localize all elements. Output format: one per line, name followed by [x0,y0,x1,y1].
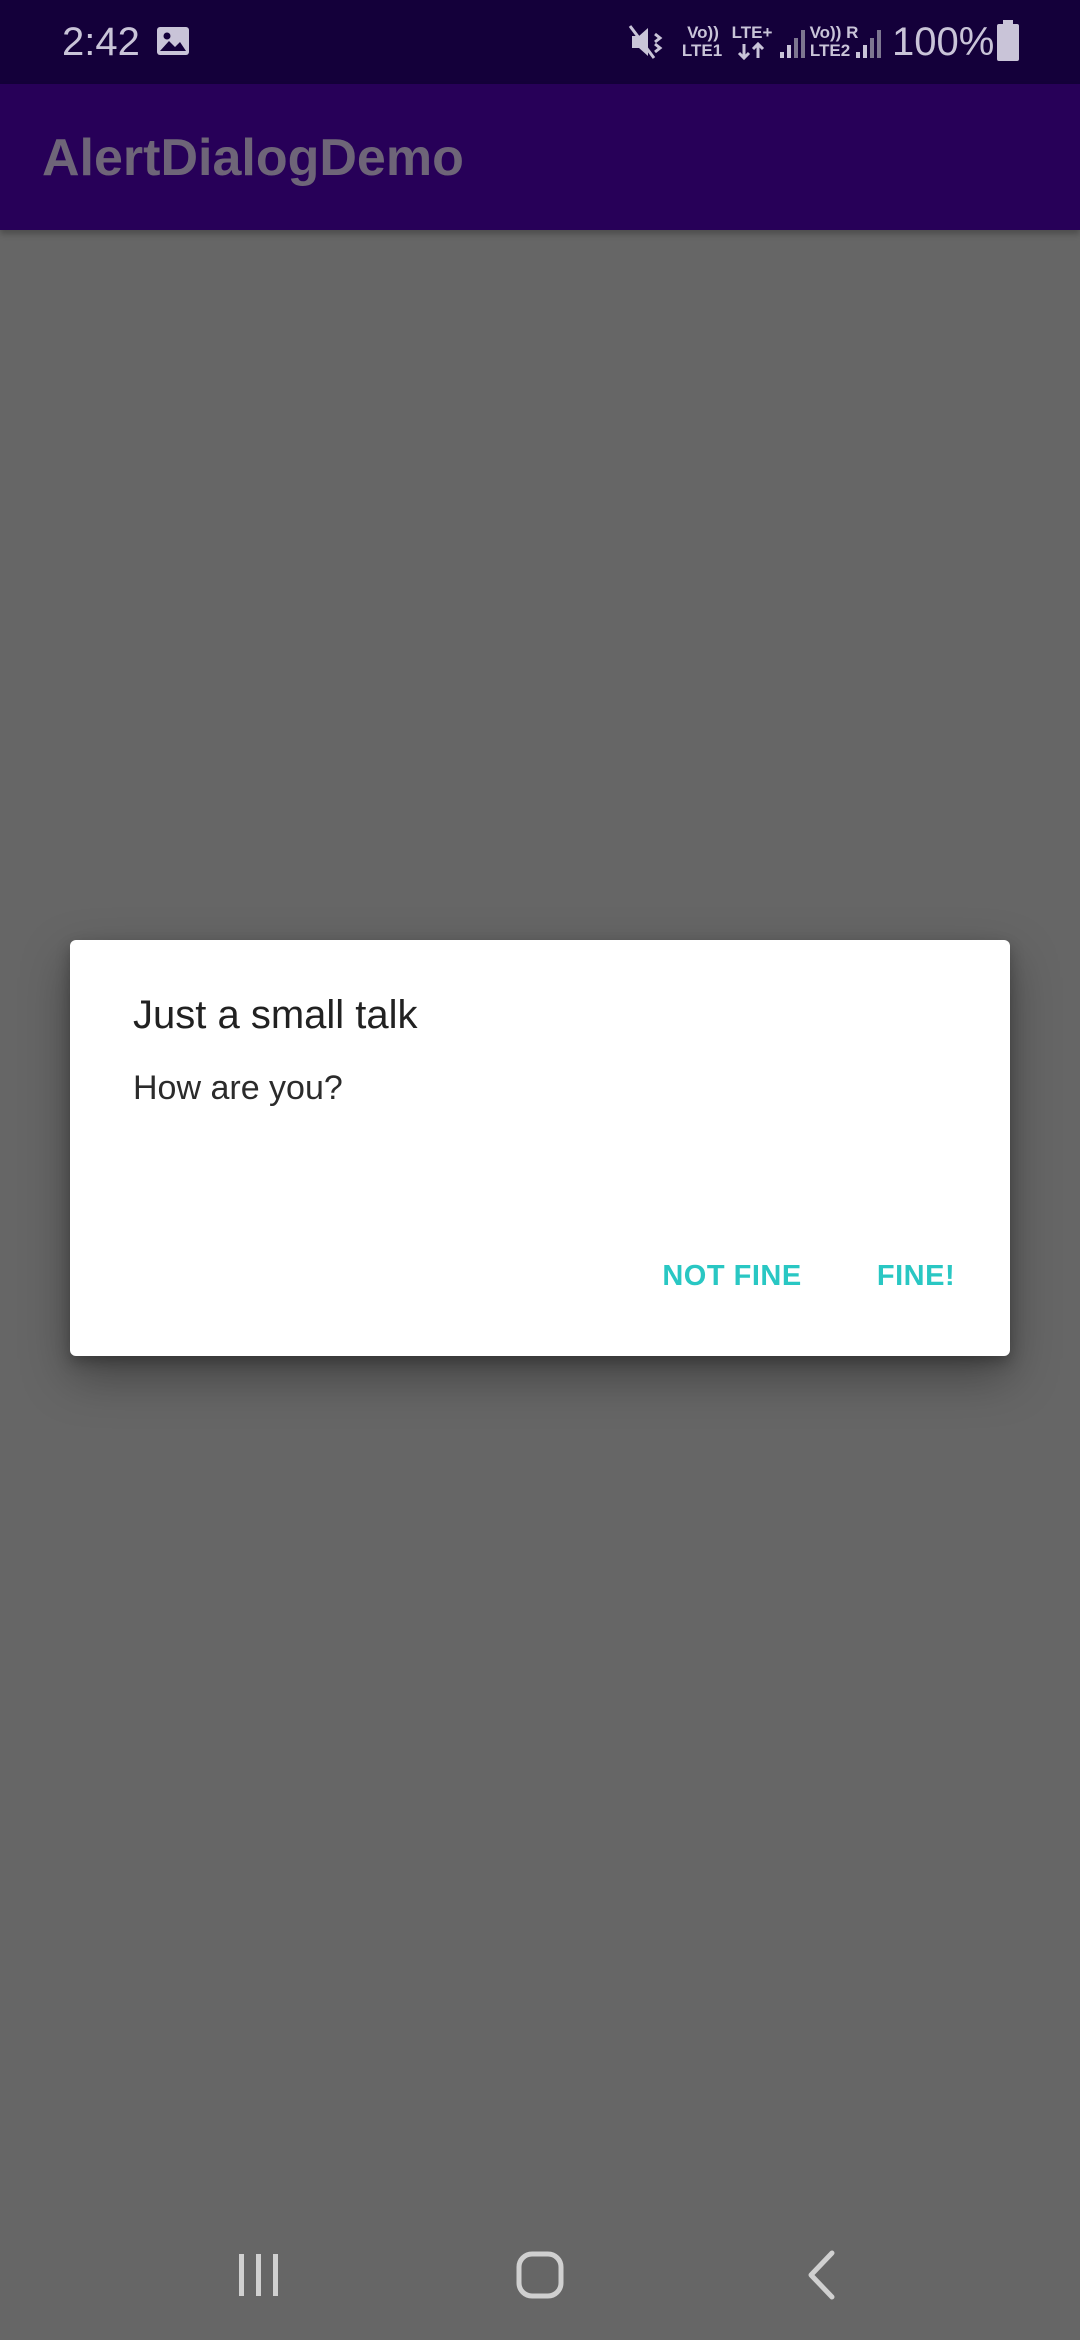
back-icon[interactable] [776,2230,866,2320]
gallery-icon [157,27,189,55]
sim2-lte-label: LTE2 [809,41,851,60]
battery-icon [997,20,1019,61]
app-bar: AlertDialogDemo [0,84,1080,230]
dialog-message: How are you? [133,1069,343,1107]
data-arrows-icon [737,42,765,60]
fine-button[interactable]: FINE! [850,1246,982,1306]
app-title: AlertDialogDemo [42,129,464,187]
signal-icon-sim2 [856,30,881,58]
battery-percentage: 100% [892,20,995,64]
dialog-title: Just a small talk [133,993,418,1037]
status-time: 2:42 [62,20,140,64]
status-bar: 2:42 Vo)) LTE1 LTE+ Vo)) R LTE2 100% [0,0,1080,84]
alert-dialog: Just a small talk How are you? NOT FINE … [70,940,1010,1356]
signal-icon [780,30,805,58]
sim1-lte-label: LTE1 [681,41,723,60]
mute-icon [628,25,663,59]
home-icon[interactable] [495,2230,585,2320]
sim1-volte-label: Vo)) [687,23,719,42]
recent-apps-icon[interactable] [214,2230,304,2320]
not-fine-button[interactable]: NOT FINE [642,1246,822,1306]
status-indicators: Vo)) LTE1 LTE+ Vo)) R LTE2 100% [610,0,1080,84]
data-type-label: LTE+ [731,23,773,42]
navigation-bar [0,2210,1080,2340]
